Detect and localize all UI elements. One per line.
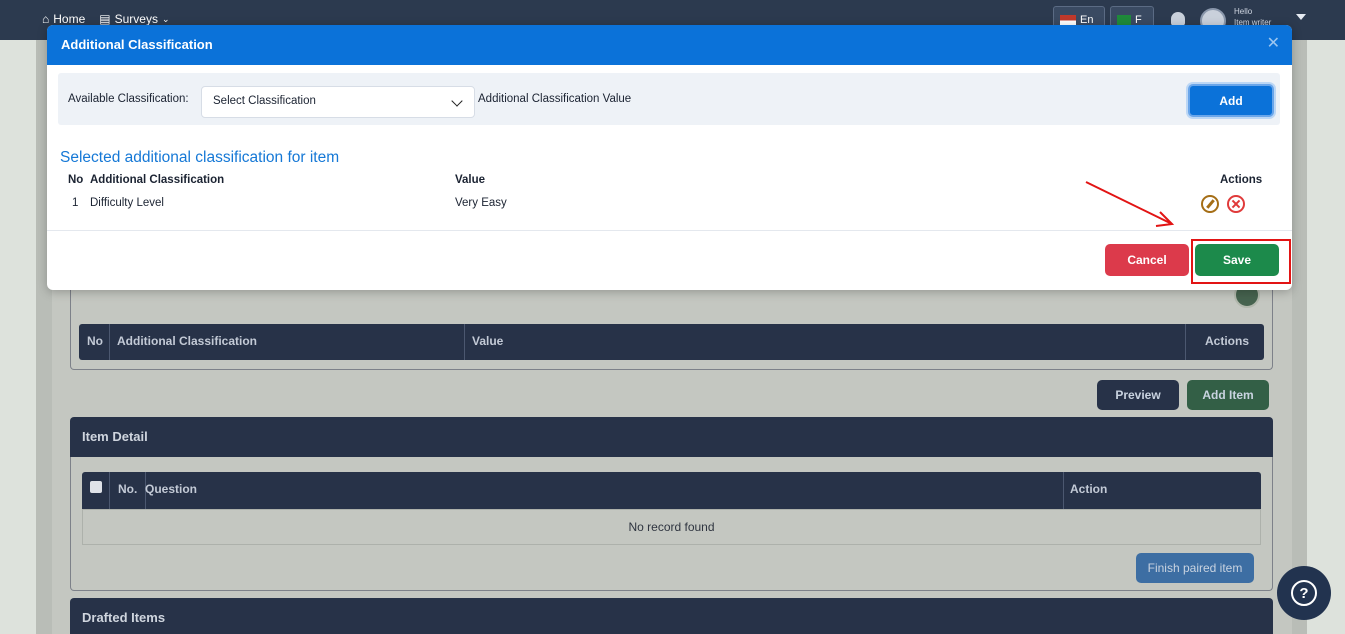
modal-header: Additional Classification ✕: [47, 25, 1292, 65]
classification-value-label: Additional Classification Value: [478, 93, 632, 105]
nav-home[interactable]: ⌂ Home: [42, 12, 85, 26]
nav-home-label: Home: [53, 12, 86, 26]
col-question: Question: [145, 482, 198, 496]
bell-icon[interactable]: [1171, 12, 1185, 26]
col-actions: Actions: [1220, 174, 1263, 186]
classification-filter-bar: Available Classification: Select Classif…: [58, 73, 1280, 125]
edit-icon[interactable]: [1201, 195, 1219, 213]
close-icon[interactable]: ✕: [1267, 35, 1280, 53]
col-classification: Additional Classification: [117, 334, 258, 348]
classification-table-header: No Additional Classification Value Actio…: [79, 324, 1264, 360]
add-item-button[interactable]: Add Item: [1187, 380, 1269, 410]
col-value: Value: [455, 174, 486, 186]
empty-state-text: No record found: [82, 509, 1261, 545]
nav-surveys[interactable]: ▤ Surveys ⌄: [99, 12, 169, 26]
col-action: Action: [1070, 482, 1108, 496]
item-detail-title: Item Detail: [82, 429, 148, 444]
col-value: Value: [472, 334, 504, 348]
col-actions: Actions: [1205, 334, 1250, 348]
col-no: No: [87, 334, 103, 348]
finish-paired-item-button[interactable]: Finish paired item: [1136, 553, 1254, 583]
preview-button[interactable]: Preview: [1097, 380, 1179, 410]
modal-title: Additional Classification: [61, 37, 213, 52]
delete-icon[interactable]: [1227, 195, 1245, 213]
help-button[interactable]: ?: [1277, 566, 1331, 620]
col-no: No.: [118, 482, 138, 496]
add-button[interactable]: Add: [1188, 84, 1274, 117]
surveys-icon: ▤: [99, 12, 111, 26]
home-icon: ⌂: [42, 12, 50, 26]
additional-classification-modal: Additional Classification ✕ Available Cl…: [47, 25, 1292, 290]
flag-us-icon: [1060, 14, 1076, 26]
col-no: No: [68, 174, 84, 186]
classification-select-value: Select Classification: [213, 95, 316, 107]
select-all-checkbox[interactable]: [90, 481, 102, 493]
classification-select[interactable]: Select Classification: [201, 86, 475, 118]
user-menu-caret-icon[interactable]: [1296, 14, 1306, 20]
row-no: 1: [72, 197, 79, 209]
available-classification-label: Available Classification:: [68, 93, 189, 105]
drafted-items-title: Drafted Items: [82, 610, 166, 625]
help-icon: ?: [1291, 580, 1317, 606]
drafted-items-header: Drafted Items: [70, 598, 1273, 634]
chevron-down-icon: [451, 95, 463, 107]
annotation-arrow-icon: [1085, 181, 1175, 227]
chevron-down-icon: ⌄: [161, 13, 170, 24]
cancel-button[interactable]: Cancel: [1105, 244, 1189, 276]
row-value: Very Easy: [455, 197, 507, 209]
item-detail-header: Item Detail: [70, 417, 1273, 457]
nav-surveys-label: Surveys: [114, 12, 158, 26]
selected-classification-title: Selected additional classification for i…: [60, 149, 340, 166]
row-classification: Difficulty Level: [90, 197, 164, 209]
top-nav: ⌂ Home ▤ Surveys ⌄: [42, 12, 170, 26]
flag-icon: [1117, 14, 1131, 26]
item-detail-table-header: No. Question Action: [82, 472, 1261, 509]
user-hello: Hello: [1234, 7, 1253, 16]
col-classification: Additional Classification: [90, 174, 225, 186]
save-highlight-box: [1191, 239, 1291, 284]
